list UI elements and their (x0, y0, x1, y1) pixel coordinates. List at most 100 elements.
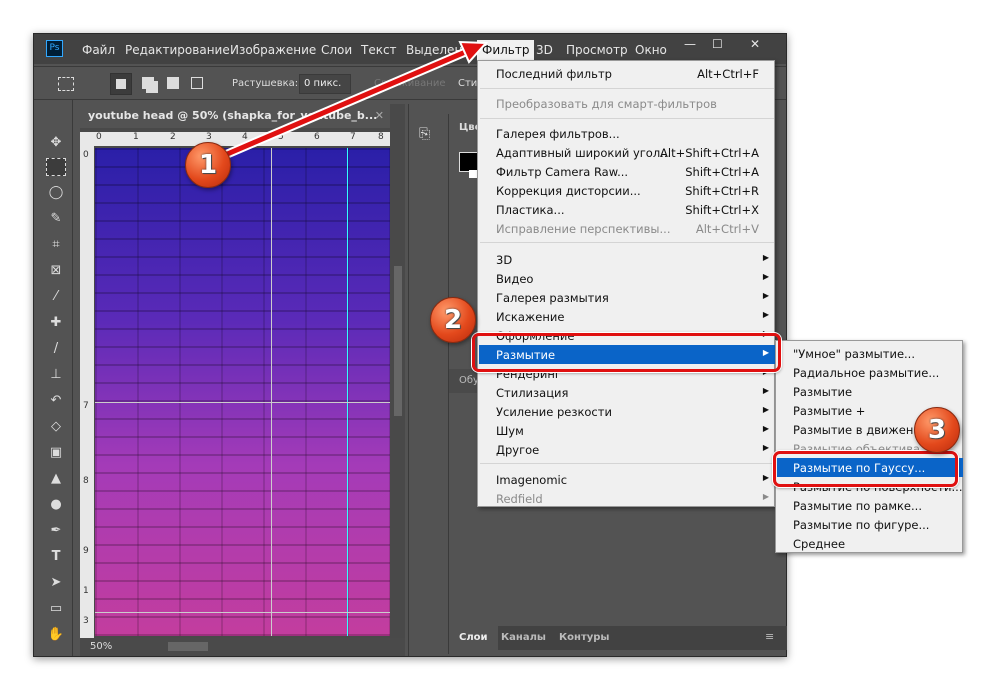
minimize-button[interactable]: — (684, 37, 696, 51)
maximize-button[interactable]: ☐ (712, 37, 723, 51)
guide-line[interactable] (95, 612, 390, 613)
guide-line[interactable] (271, 148, 272, 636)
background-color-swatch[interactable] (469, 170, 477, 178)
menu-item-noise[interactable]: Шум ▶ (479, 421, 775, 440)
menu-item-lens-correction[interactable]: Коррекция дисторсии... Shift+Ctrl+R (479, 181, 775, 200)
zoom-level[interactable]: 50% (90, 641, 112, 652)
close-button[interactable]: ✕ (750, 37, 760, 51)
history-panel-icon[interactable]: ⎘ (419, 126, 430, 142)
menu-file[interactable]: Файл (82, 43, 115, 57)
pen-tool-icon[interactable]: ✒ (46, 522, 66, 540)
horizontal-scrollbar[interactable] (168, 642, 208, 651)
submenu-shape-blur[interactable]: Размытие по фигуре... (777, 515, 963, 534)
dodge-tool-icon[interactable]: ● (46, 496, 66, 514)
menu-item-imagenomic[interactable]: Imagenomic ▶ (479, 470, 775, 489)
blur-tool-icon[interactable]: ▲ (46, 470, 66, 488)
ruler-label: 8 (83, 476, 89, 486)
menu-item-stylize[interactable]: Стилизация ▶ (479, 383, 775, 402)
antialias-checkbox[interactable]: Сглаживание (374, 78, 445, 89)
menu-item-distort[interactable]: Искажение ▶ (479, 307, 775, 326)
menu-item-camera-raw[interactable]: Фильтр Camera Raw... Shift+Ctrl+A (479, 162, 775, 181)
new-selection-icon[interactable] (110, 73, 132, 95)
document-tab[interactable]: youtube head @ 50% (shapka_for_youtube_b… (80, 104, 390, 128)
rectangle-tool-icon[interactable]: ▭ (46, 600, 66, 618)
healing-brush-icon[interactable]: ✚ (46, 314, 66, 332)
ruler-label: 7 (350, 132, 356, 142)
callout-3: 3 (914, 407, 960, 453)
menu-edit[interactable]: Редактирование (125, 43, 230, 57)
type-tool-icon[interactable]: T (46, 548, 66, 566)
menu-item-other[interactable]: Другое ▶ (479, 440, 775, 459)
vertical-ruler: 0 7 8 9 1 3 (80, 146, 94, 638)
intersect-selection-icon[interactable] (191, 77, 203, 89)
menu-3d[interactable]: 3D (536, 43, 553, 57)
menu-item-vanishing-point[interactable]: Исправление перспективы... Alt+Ctrl+V (479, 219, 775, 238)
path-select-icon[interactable]: ➤ (46, 574, 66, 592)
subtract-selection-icon[interactable] (167, 77, 179, 89)
menu-item-redfield[interactable]: Redfield ▶ (479, 489, 775, 508)
menu-item-liquify[interactable]: Пластика... Shift+Ctrl+X (479, 200, 775, 219)
menu-view[interactable]: Просмотр (566, 43, 628, 57)
add-selection-icon[interactable] (142, 77, 154, 89)
menu-item-last-filter[interactable]: Последний фильтр Alt+Ctrl+F (479, 64, 775, 83)
foreground-color-swatch[interactable] (459, 152, 479, 172)
submenu-radial-blur[interactable]: Радиальное размытие... (777, 363, 963, 382)
panel-dock-column: ⎘ (408, 104, 446, 656)
ruler-label: 9 (83, 546, 89, 556)
marquee-tool-icon[interactable] (46, 158, 66, 176)
learn-panel-title[interactable]: Обу (459, 375, 479, 386)
marquee-preset-icon[interactable] (58, 77, 74, 91)
feather-label: Растушевка: (232, 78, 299, 89)
menu-window[interactable]: Окно (635, 43, 667, 57)
brush-tool-icon[interactable]: / (46, 340, 66, 358)
ruler-label: 0 (96, 132, 102, 142)
style-label: Стиль: (458, 78, 478, 89)
highlight-gaussian-item (773, 451, 958, 487)
menu-item-blur-gallery[interactable]: Галерея размытия ▶ (479, 288, 775, 307)
menu-filter[interactable]: Фильтр (477, 40, 535, 60)
tools-panel: ✥ ◯ ✎ ⌗ ⊠ ⁄ ✚ / ⊥ ↶ ◇ ▣ ▲ ● ✒ T ➤ ▭ ✋ (38, 100, 73, 656)
quick-select-icon[interactable]: ✎ (46, 210, 66, 228)
menu-image[interactable]: Изображение (230, 43, 316, 57)
submenu-blur[interactable]: Размытие (777, 382, 963, 401)
panel-menu-icon[interactable]: ≡ (765, 630, 774, 643)
submenu-box-blur[interactable]: Размытие по рамке... (777, 496, 963, 515)
history-brush-icon[interactable]: ↶ (46, 392, 66, 410)
menu-item-filter-gallery[interactable]: Галерея фильтров... (479, 124, 775, 143)
submenu-average[interactable]: Среднее (777, 534, 963, 553)
tab-paths[interactable]: Контуры (559, 632, 609, 643)
menu-item-sharpen[interactable]: Усиление резкости ▶ (479, 402, 775, 421)
ruler-label: 2 (170, 132, 176, 142)
stamp-tool-icon[interactable]: ⊥ (46, 366, 66, 384)
menu-item-convert-smart[interactable]: Преобразовать для смарт-фильтров (479, 94, 775, 113)
lasso-tool-icon[interactable]: ◯ (46, 184, 66, 202)
menu-item-adaptive-wide-angle[interactable]: Адаптивный широкий угол... Alt+Shift+Ctrl… (479, 143, 775, 162)
callout-2: 2 (430, 297, 476, 343)
eyedropper-icon[interactable]: ⁄ (46, 288, 66, 306)
tab-channels[interactable]: Каналы (501, 632, 546, 643)
status-bar: 50% (80, 638, 405, 656)
callout-1: 1 (185, 142, 231, 188)
vertical-scrollbar[interactable] (392, 146, 404, 636)
close-tab-icon[interactable]: ✕ (375, 109, 384, 122)
menu-item-video[interactable]: Видео ▶ (479, 269, 775, 288)
ruler-label: 1 (133, 132, 139, 142)
gradient-tool-icon[interactable]: ▣ (46, 444, 66, 462)
menu-type[interactable]: Текст (361, 43, 397, 57)
hand-tool-icon[interactable]: ✋ (46, 626, 66, 644)
ruler-label: 1 (83, 586, 89, 596)
guide-line[interactable] (95, 402, 390, 403)
eraser-icon[interactable]: ◇ (46, 418, 66, 436)
menu-item-3d[interactable]: 3D ▶ (479, 250, 775, 269)
highlight-blur-item (472, 333, 781, 372)
tab-layers[interactable]: Слои (449, 626, 498, 650)
submenu-smart-blur[interactable]: "Умное" размытие... (777, 344, 963, 363)
canvas-image[interactable] (95, 148, 390, 636)
guide-line[interactable] (347, 148, 348, 636)
crop-tool-icon[interactable]: ⌗ (46, 236, 66, 254)
move-tool-icon[interactable]: ✥ (46, 134, 66, 152)
menu-layer[interactable]: Слои (321, 43, 352, 57)
feather-input[interactable]: 0 пикс. (299, 74, 351, 94)
menu-select[interactable]: Выделение (406, 43, 476, 57)
frame-tool-icon[interactable]: ⊠ (46, 262, 66, 280)
